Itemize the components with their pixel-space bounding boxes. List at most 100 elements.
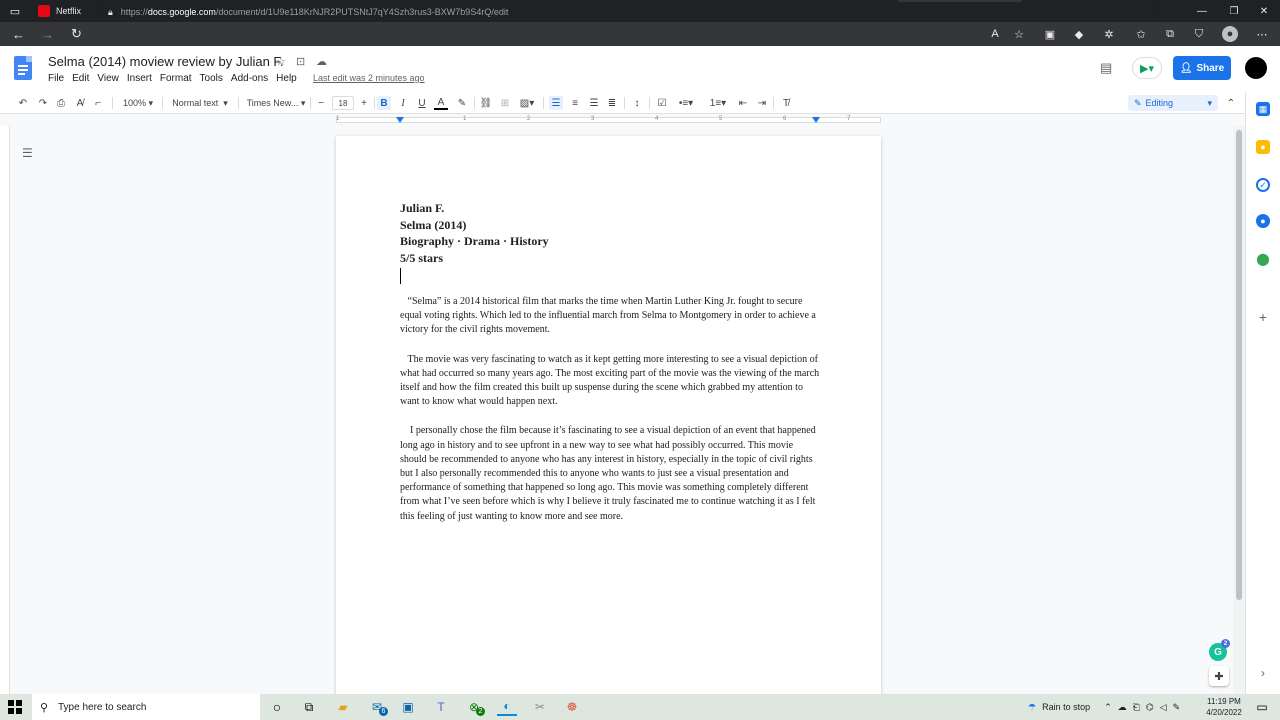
- edge-icon[interactable]: ◐: [497, 698, 517, 716]
- font-select[interactable]: Times New... ▾: [244, 96, 308, 110]
- justify-icon[interactable]: ≣: [605, 96, 619, 110]
- spellcheck-icon[interactable]: A̸: [73, 96, 87, 110]
- insert-image-icon[interactable]: ▨▾: [516, 96, 538, 110]
- teams-icon[interactable]: T: [431, 698, 451, 716]
- tasks-icon[interactable]: ✓: [1256, 178, 1270, 192]
- paint-format-icon[interactable]: ⌐: [91, 96, 105, 110]
- collapse-menus-icon[interactable]: ⌃: [1224, 96, 1238, 110]
- redo-icon[interactable]: ↷: [36, 96, 50, 110]
- restore-button[interactable]: ❐: [1218, 0, 1250, 22]
- explore-icon[interactable]: ✚: [1209, 666, 1229, 686]
- align-left-icon[interactable]: ☰: [549, 96, 563, 110]
- zoom-select[interactable]: 100% ▾: [118, 96, 158, 110]
- checklist-icon[interactable]: ☑: [655, 96, 669, 110]
- scrollbar-thumb[interactable]: [1236, 130, 1242, 600]
- snipping-tool-icon[interactable]: ✂: [530, 698, 550, 716]
- move-folder-icon[interactable]: ⊡: [296, 55, 305, 68]
- puzzle-icon[interactable]: ✲: [1101, 26, 1117, 42]
- menu-addons[interactable]: Add-ons: [231, 73, 268, 84]
- xbox-icon[interactable]: ⊗ 2: [464, 698, 485, 716]
- menu-help[interactable]: Help: [276, 73, 297, 84]
- tray-icons[interactable]: ⌃☁⎗⌬◁︎✎: [1104, 702, 1186, 713]
- collections-icon[interactable]: ⧉: [1162, 26, 1178, 42]
- line-spacing-icon[interactable]: ↕: [630, 96, 644, 110]
- add-addon-icon[interactable]: +: [1256, 309, 1270, 325]
- contacts-icon[interactable]: ●: [1256, 214, 1270, 228]
- menu-edit[interactable]: Edit: [72, 73, 89, 84]
- favorites-icon[interactable]: ✩: [1133, 26, 1149, 42]
- weather-icon[interactable]: ☂: [1028, 702, 1036, 713]
- share-button[interactable]: 👤︎ Share: [1173, 56, 1231, 80]
- forward-icon[interactable]: →: [33, 27, 62, 42]
- app-icon[interactable]: ☸: [562, 698, 582, 716]
- cortana-icon[interactable]: ○: [267, 698, 287, 716]
- cloud-saved-icon[interactable]: ☁: [316, 55, 327, 68]
- decrease-font-size-button[interactable]: −: [314, 96, 328, 110]
- taskbar-search-box[interactable]: ⚲ Type here to search: [32, 694, 260, 720]
- increase-indent-icon[interactable]: ⇥: [755, 96, 769, 110]
- align-right-icon[interactable]: ☰: [587, 96, 601, 110]
- read-aloud-icon[interactable]: A: [987, 26, 1003, 42]
- print-icon[interactable]: ⎙: [54, 96, 68, 110]
- right-indent-marker[interactable]: [812, 117, 820, 123]
- vertical-scrollbar[interactable]: [1233, 126, 1245, 694]
- menu-tools[interactable]: Tools: [200, 73, 223, 84]
- insert-link-icon[interactable]: ⛓: [479, 96, 493, 110]
- font-size-input[interactable]: 18: [332, 96, 354, 110]
- docs-logo-icon[interactable]: [14, 56, 32, 80]
- window-menu-icon[interactable]: ▭: [0, 0, 30, 22]
- paragraph-style-select[interactable]: Normal text ▾: [168, 96, 232, 110]
- shield-icon[interactable]: ⛉: [1191, 26, 1207, 42]
- maps-icon[interactable]: ⬤: [1256, 252, 1270, 266]
- file-explorer-icon[interactable]: ▰: [333, 698, 353, 716]
- mail-icon[interactable]: ✉ 6: [367, 698, 388, 716]
- more-menu-icon[interactable]: ⋯: [1254, 26, 1270, 42]
- highlight-color-icon[interactable]: ✎: [455, 96, 469, 110]
- back-icon[interactable]: ←: [4, 27, 33, 42]
- keep-icon[interactable]: ●: [1256, 140, 1270, 154]
- favorite-star-icon[interactable]: ☆: [1011, 26, 1027, 42]
- grammarly-icon[interactable]: G2: [1209, 639, 1230, 661]
- bulleted-list-icon[interactable]: •≡▾: [674, 96, 698, 110]
- clear-formatting-icon[interactable]: T̸: [779, 96, 793, 110]
- calendar-icon[interactable]: ▦: [1256, 102, 1270, 116]
- beta-extension-icon[interactable]: ◆: [1071, 26, 1087, 42]
- profile-icon[interactable]: ●: [1222, 26, 1238, 42]
- url-bar[interactable]: 🔒︎ https://docs.google.com/document/d/1U…: [98, 2, 1158, 22]
- close-window-button[interactable]: ✕: [1248, 0, 1280, 22]
- undo-icon[interactable]: ↶: [16, 96, 30, 110]
- text-color-icon[interactable]: A: [434, 96, 448, 110]
- numbered-list-icon[interactable]: 1≡▾: [705, 96, 731, 110]
- editing-mode-select[interactable]: ✎ Editing ▾: [1128, 95, 1218, 111]
- reload-icon[interactable]: ↻: [62, 26, 91, 42]
- menu-view[interactable]: View: [97, 73, 119, 84]
- comment-history-icon[interactable]: ▤: [1100, 60, 1112, 76]
- extension-icon[interactable]: ▣: [1042, 26, 1058, 42]
- document-outline-icon[interactable]: ☰: [22, 146, 33, 160]
- start-button[interactable]: [8, 700, 22, 714]
- menu-insert[interactable]: Insert: [127, 73, 152, 84]
- last-edit-link[interactable]: Last edit was 2 minutes ago: [313, 73, 425, 83]
- increase-font-size-button[interactable]: +: [357, 96, 371, 110]
- menu-format[interactable]: Format: [160, 73, 192, 84]
- underline-button[interactable]: U: [415, 96, 429, 110]
- task-view-icon[interactable]: ⧉: [299, 698, 319, 716]
- meet-icon[interactable]: ▶▾: [1132, 57, 1162, 79]
- account-avatar[interactable]: [1245, 57, 1267, 79]
- bold-button[interactable]: B: [377, 96, 391, 110]
- store-icon[interactable]: ▣: [398, 698, 418, 716]
- document-page[interactable]: Julian F. Selma (2014) Biography · Drama…: [336, 136, 881, 694]
- document-title[interactable]: Selma (2014) moview review by Julian F.: [48, 54, 284, 69]
- notification-icon[interactable]: ▭: [1252, 698, 1272, 716]
- italic-button[interactable]: I: [396, 96, 410, 110]
- document-body[interactable]: Julian F. Selma (2014) Biography · Drama…: [400, 200, 820, 524]
- minimize-button[interactable]: —: [1186, 0, 1218, 22]
- weather-text[interactable]: Rain to stop: [1042, 702, 1090, 712]
- expand-panel-icon[interactable]: ›: [1256, 666, 1270, 680]
- left-indent-marker[interactable]: [396, 117, 404, 123]
- align-center-icon[interactable]: ≡: [568, 96, 582, 110]
- decrease-indent-icon[interactable]: ⇤: [736, 96, 750, 110]
- add-comment-icon[interactable]: ⊞: [498, 96, 512, 110]
- menu-file[interactable]: File: [48, 73, 64, 84]
- clock[interactable]: 11:19 PM 4/20/2022: [1200, 696, 1248, 718]
